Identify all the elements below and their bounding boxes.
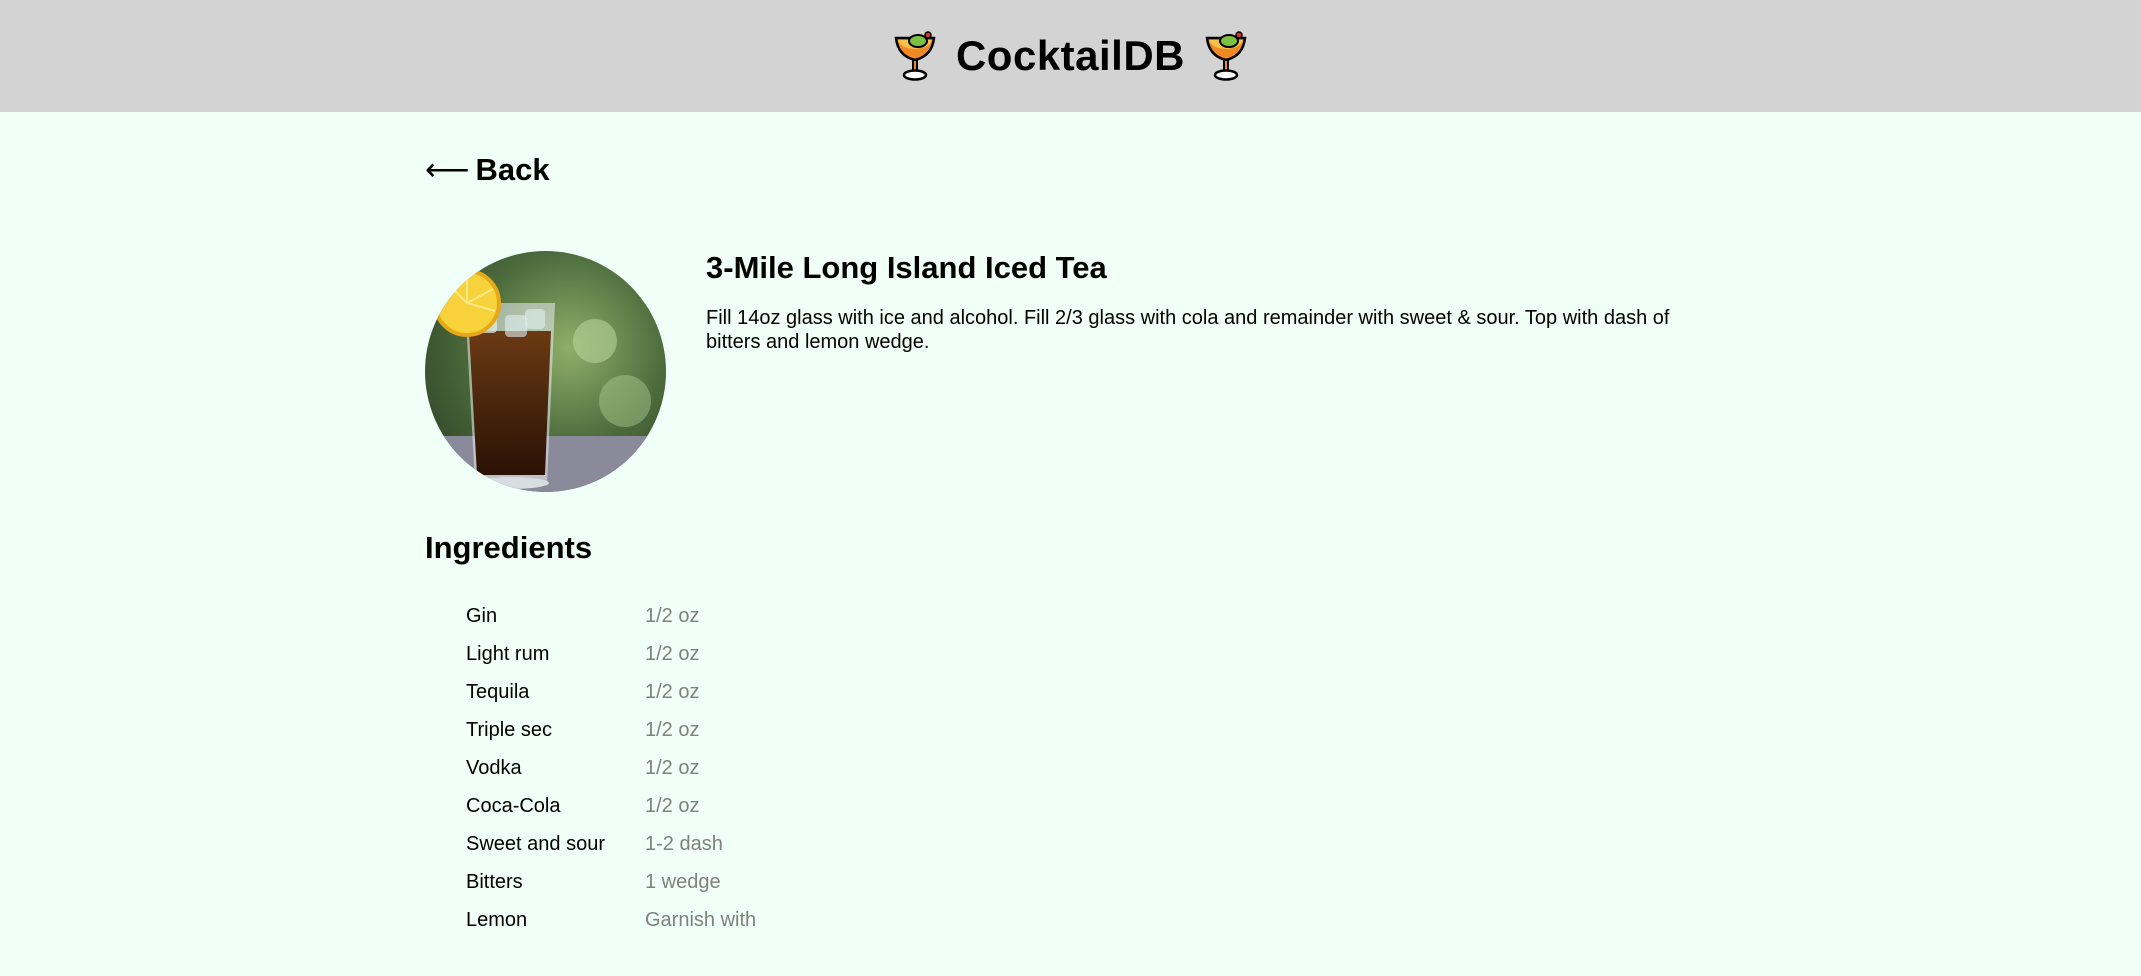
back-arrow-icon: ⟵ — [425, 152, 470, 187]
ingredient-row: Vodka 1/2 oz — [466, 749, 756, 787]
ingredient-name: Coca-Cola — [466, 794, 561, 817]
cocktail-icon — [892, 30, 938, 82]
cocktail-icon — [1203, 30, 1249, 82]
ingredient-row: Coca-Cola 1/2 oz — [466, 787, 756, 825]
ingredient-name: Gin — [466, 604, 498, 627]
ingredient-name: Bitters — [466, 870, 523, 893]
drink-photo — [425, 251, 666, 492]
ingredients-heading: Ingredients — [425, 530, 593, 565]
drink-name: 3-Mile Long Island Iced Tea — [706, 250, 1107, 285]
ingredient-row: Tequila 1/2 oz — [466, 673, 756, 711]
back-button[interactable]: ⟵ Back — [425, 152, 550, 188]
ingredient-measure: 1/2 oz — [645, 680, 700, 703]
ingredient-row: Light rum 1/2 oz — [466, 635, 756, 673]
ingredient-measure: 1 wedge — [645, 870, 721, 893]
ingredient-measure: 1-2 dash — [645, 832, 723, 855]
ingredients-list: Gin 1/2 oz Light rum 1/2 oz Tequila 1/2 … — [466, 597, 756, 939]
ingredient-row: Sweet and sour 1-2 dash — [466, 825, 756, 863]
ingredient-measure: 1/2 oz — [645, 642, 700, 665]
ingredient-measure: 1/2 oz — [645, 756, 700, 779]
drink-instructions: Fill 14oz glass with ice and alcohol. Fi… — [706, 307, 1670, 353]
ingredient-name: Triple sec — [466, 718, 552, 741]
ingredient-name: Light rum — [466, 642, 550, 665]
ingredient-row: Gin 1/2 oz — [466, 597, 756, 635]
ingredient-row: Bitters 1 wedge — [466, 863, 756, 901]
ingredient-measure: 1/2 oz — [645, 794, 700, 817]
ingredient-row: Lemon Garnish with — [466, 901, 756, 939]
ingredient-name: Sweet and sour — [466, 832, 605, 855]
ingredient-name: Vodka — [466, 756, 522, 779]
site-title: CocktailDB — [955, 32, 1186, 79]
site-header: CocktailDB — [0, 0, 2141, 112]
ingredient-row: Triple sec 1/2 oz — [466, 711, 756, 749]
back-label: Back — [475, 152, 550, 187]
ingredient-measure: Garnish with — [645, 908, 757, 931]
ingredient-measure: 1/2 oz — [645, 718, 700, 741]
ingredient-measure: 1/2 oz — [645, 604, 700, 627]
ingredient-name: Tequila — [466, 680, 530, 703]
ingredient-name: Lemon — [466, 908, 528, 931]
